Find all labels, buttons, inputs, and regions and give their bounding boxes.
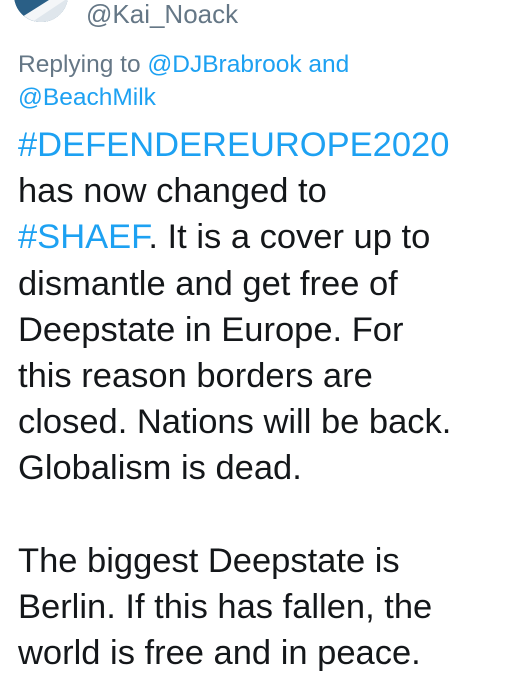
tweet-line: The biggest Deepstate is [18, 541, 400, 580]
mention-beachmilk-link[interactable]: @BeachMilk [18, 84, 156, 111]
author-handle[interactable]: @Kai_Noack [86, 0, 238, 29]
hashtag-shaef-link[interactable]: #SHAEF [18, 218, 148, 256]
tweet-line: Globalism is dead. [18, 449, 302, 488]
tweet-line: Deepstate in Europe. For [18, 310, 404, 349]
mention-djbrabrook-link[interactable]: @DJBrabrook [147, 51, 301, 78]
reply-conjunction: and [301, 51, 350, 78]
tweet-line: dismantle and get free of [18, 264, 398, 303]
tweet-line: world is free and in peace. [18, 634, 421, 673]
tweet-line: this reason borders are [18, 357, 373, 396]
avatar-image-icon [14, 0, 68, 22]
replying-to-label: Replying to [18, 51, 148, 78]
tweet-line: has now changed to [18, 172, 327, 211]
tweet-paragraph-1: #DEFENDEREUROPE2020 has now changed to #… [18, 122, 508, 492]
tweet-line: closed. Nations will be back. [18, 403, 452, 442]
replying-to: Replying to @DJBrabrook and @BeachMilk [18, 48, 498, 114]
avatar[interactable] [14, 0, 68, 22]
hashtag-defendereurope2020-link[interactable]: #DEFENDEREUROPE2020 [18, 126, 449, 164]
tweet-line: Berlin. If this has fallen, the [18, 588, 433, 627]
tweet-paragraph-2: The biggest Deepstate is Berlin. If this… [18, 538, 508, 677]
tweet-text: #DEFENDEREUROPE2020 has now changed to #… [18, 122, 508, 676]
tweet-line: . It is a cover up to [148, 218, 431, 257]
